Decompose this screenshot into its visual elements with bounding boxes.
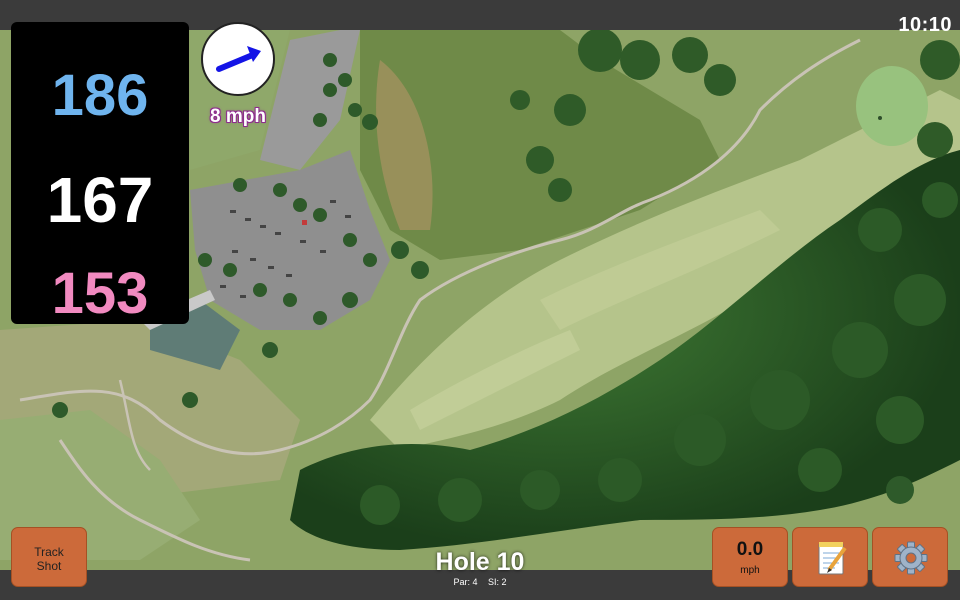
wind-direction-arrow-icon [216,46,261,72]
center-distance: 167 [46,164,154,236]
clock: 10:10 [898,14,952,36]
gear-icon [894,541,928,575]
back-distance: 186 [51,63,149,128]
hole-title: Hole 10 [435,548,525,576]
front-distance: 153 [51,261,149,326]
hole-stroke-index: SI: 2 [488,577,507,587]
distance-panel: 186 167 153 [11,22,189,326]
hole-par: Par: 4 [453,577,478,587]
notes-button[interactable] [792,527,868,587]
notepad-icon [818,542,847,575]
speed-unit: mph [740,565,760,576]
wind-speed: 8 mph [210,106,266,127]
settings-button[interactable] [872,527,948,587]
speed-value: 0.0 [736,539,764,560]
hole-meta: Par: 4 SI: 2 [380,577,580,587]
track-shot-label-line2: Shot [36,559,62,573]
speed-button[interactable]: 0.0 mph [712,527,788,587]
track-shot-button[interactable]: Track Shot [11,527,87,587]
track-shot-label-line1: Track [34,545,64,559]
wind-indicator [201,22,275,96]
